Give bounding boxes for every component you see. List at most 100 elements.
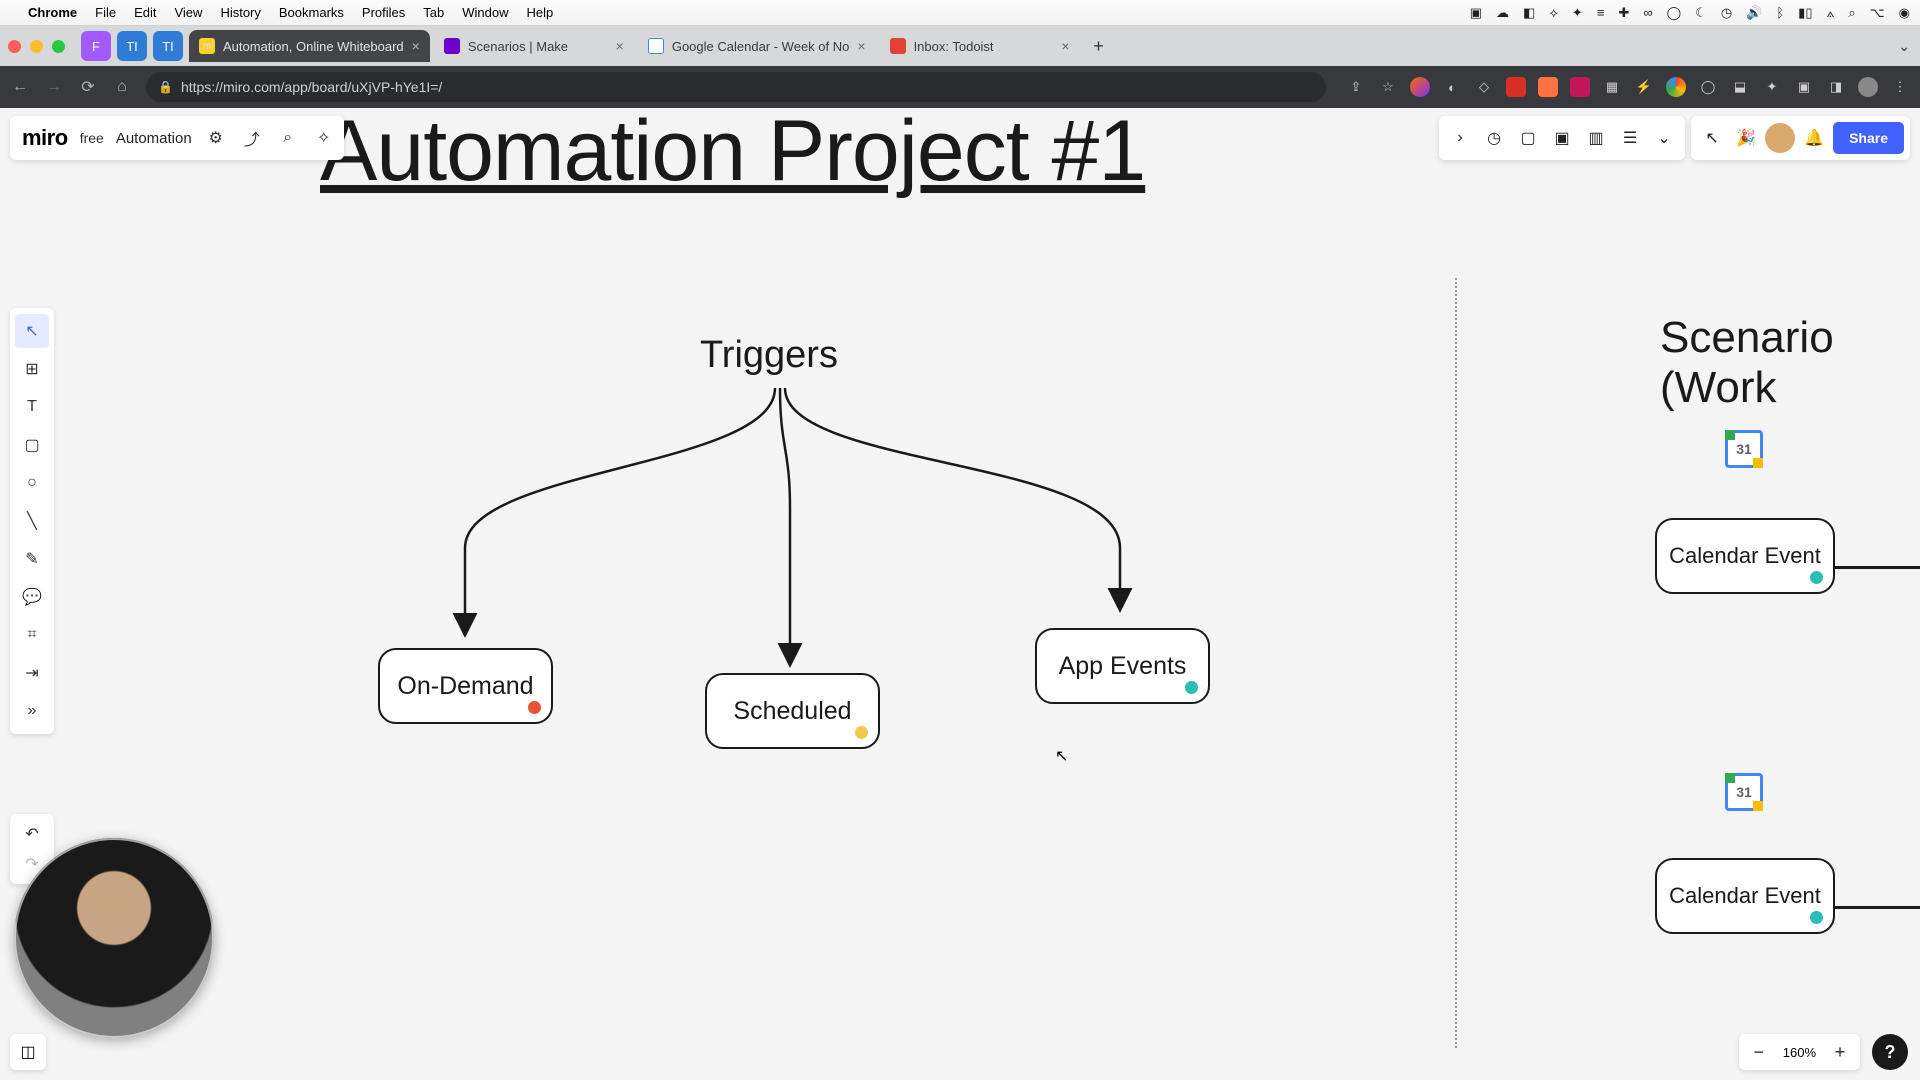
board-title-text[interactable]: Automation Project #1	[320, 102, 1145, 201]
chrome-menu-icon[interactable]: ⋮	[1890, 77, 1910, 97]
zoom-out-button[interactable]: −	[1745, 1038, 1773, 1066]
menu-tab[interactable]: Tab	[423, 5, 444, 20]
browser-tab-active[interactable]: m Automation, Online Whiteboard ×	[189, 30, 430, 62]
home-button[interactable]: ⌂	[112, 78, 132, 96]
gcal-icon[interactable]: 31	[1725, 773, 1763, 811]
line-tool[interactable]: ╲	[15, 504, 49, 538]
frames-icon[interactable]: ▣	[1547, 123, 1577, 153]
node-appevents[interactable]: App Events	[1035, 628, 1210, 704]
text-tool[interactable]: T	[15, 390, 49, 424]
menu-profiles[interactable]: Profiles	[362, 5, 405, 20]
minimize-window[interactable]	[30, 40, 43, 53]
menu-view[interactable]: View	[174, 5, 202, 20]
battery-icon[interactable]: ▮▯	[1798, 5, 1812, 21]
pen-tool[interactable]: ✎	[15, 542, 49, 576]
shape-tool[interactable]: ○	[15, 466, 49, 500]
menu-history[interactable]: History	[220, 5, 260, 20]
activity-icon[interactable]: ☰	[1615, 123, 1645, 153]
pinned-tab[interactable]: TI	[153, 31, 183, 61]
menu-bookmarks[interactable]: Bookmarks	[279, 5, 344, 20]
settings-icon[interactable]: ⚙	[204, 126, 228, 150]
close-window[interactable]	[8, 40, 21, 53]
ext-icon[interactable]: ⚡	[1634, 77, 1654, 97]
triggers-label[interactable]: Triggers	[700, 334, 838, 377]
section-label[interactable]: Scenario (Work	[1660, 313, 1920, 413]
connector-stub[interactable]	[1835, 906, 1920, 909]
forward-button[interactable]: →	[44, 78, 64, 96]
presenter-webcam[interactable]	[14, 838, 214, 1038]
frame-tool[interactable]: ⌗	[15, 618, 49, 652]
extensions-menu-icon[interactable]: ✦	[1762, 77, 1782, 97]
comments-icon[interactable]: ▥	[1581, 123, 1611, 153]
timer-icon[interactable]: ◷	[1479, 123, 1509, 153]
status-icon[interactable]: ☁	[1496, 5, 1509, 21]
reload-button[interactable]: ⟳	[78, 77, 98, 97]
search-icon[interactable]: ⌕	[276, 126, 300, 150]
select-tool[interactable]: ↖	[15, 314, 49, 348]
status-icon[interactable]: ▣	[1470, 5, 1482, 21]
status-icon[interactable]: ∞	[1643, 5, 1652, 20]
chevron-down-icon[interactable]: ⌄	[1649, 123, 1679, 153]
connector-right[interactable]	[785, 388, 1135, 618]
ai-icon[interactable]: ✧	[312, 126, 336, 150]
search-icon[interactable]: ⌕	[1848, 5, 1855, 21]
moon-icon[interactable]: ☾	[1695, 5, 1707, 21]
ext-icon[interactable]: ◯	[1698, 77, 1718, 97]
board-name[interactable]: Automation	[116, 130, 192, 147]
zoom-level[interactable]: 160%	[1777, 1045, 1822, 1060]
ext-icon[interactable]: ⇪	[1346, 77, 1366, 97]
help-button[interactable]: ?	[1872, 1034, 1908, 1070]
status-icon[interactable]: ⟡	[1549, 5, 1558, 21]
plan-badge[interactable]: free	[80, 130, 104, 146]
ext-icon[interactable]	[1570, 77, 1590, 97]
browser-tab[interactable]: Google Calendar - Week of No ×	[638, 30, 876, 62]
collapse-icon[interactable]: ›	[1445, 123, 1475, 153]
clock-icon[interactable]: ◷	[1721, 5, 1732, 21]
more-tools[interactable]: »	[15, 694, 49, 728]
miro-logo[interactable]: miro	[22, 125, 68, 151]
siri-icon[interactable]: ◉	[1899, 5, 1910, 21]
user-avatar[interactable]	[1765, 123, 1795, 153]
connector-left[interactable]	[455, 388, 785, 648]
tab-overflow-icon[interactable]: ⌄	[1898, 38, 1910, 55]
present-icon[interactable]: ▢	[1513, 123, 1543, 153]
menu-edit[interactable]: Edit	[134, 5, 156, 20]
control-center-icon[interactable]: ⌥	[1870, 5, 1885, 21]
menu-window[interactable]: Window	[462, 5, 508, 20]
ext-icon[interactable]: ◐	[1442, 77, 1462, 97]
share-button[interactable]: Share	[1833, 122, 1904, 154]
ext-icon[interactable]: ▦	[1602, 77, 1622, 97]
status-icon[interactable]: ◯	[1667, 5, 1682, 21]
tab-close-icon[interactable]: ×	[857, 38, 865, 54]
browser-tab[interactable]: Inbox: Todoist ×	[880, 30, 1080, 62]
status-icon[interactable]: ✚	[1618, 5, 1629, 21]
connector-stub[interactable]	[1835, 566, 1920, 569]
maximize-window[interactable]	[52, 40, 65, 53]
address-bar[interactable]: 🔒 https://miro.com/app/board/uXjVP-hYe1I…	[146, 72, 1326, 102]
ext-icon[interactable]	[1410, 77, 1430, 97]
export-icon[interactable]: ⤴	[240, 126, 264, 150]
node-ondemand[interactable]: On-Demand	[378, 648, 553, 724]
ext-icon[interactable]	[1538, 77, 1558, 97]
menu-file[interactable]: File	[95, 5, 116, 20]
browser-tab[interactable]: Scenarios | Make ×	[434, 30, 634, 62]
ext-icon[interactable]	[1666, 77, 1686, 97]
zoom-in-button[interactable]: +	[1826, 1038, 1854, 1066]
tab-close-icon[interactable]: ×	[616, 38, 624, 54]
undo-button[interactable]: ↶	[15, 820, 49, 848]
menu-help[interactable]: Help	[527, 5, 554, 20]
new-tab-button[interactable]: +	[1084, 36, 1114, 57]
reactions-icon[interactable]: 🎉	[1731, 123, 1761, 153]
sticky-tool[interactable]: ▢	[15, 428, 49, 462]
bookmark-star-icon[interactable]: ☆	[1378, 77, 1398, 97]
ext-icon[interactable]: ▣	[1794, 77, 1814, 97]
volume-icon[interactable]: 🔊	[1746, 5, 1762, 21]
notifications-icon[interactable]: 🔔	[1799, 123, 1829, 153]
node-calendar-event-2[interactable]: Calendar Event	[1655, 858, 1835, 934]
status-icon[interactable]: ✦	[1572, 5, 1583, 21]
pinned-tab[interactable]: TI	[117, 31, 147, 61]
ext-icon[interactable]	[1506, 77, 1526, 97]
minimap-button[interactable]: ◫	[10, 1034, 46, 1070]
back-button[interactable]: ←	[10, 78, 30, 96]
menubar-app[interactable]: Chrome	[28, 5, 77, 20]
